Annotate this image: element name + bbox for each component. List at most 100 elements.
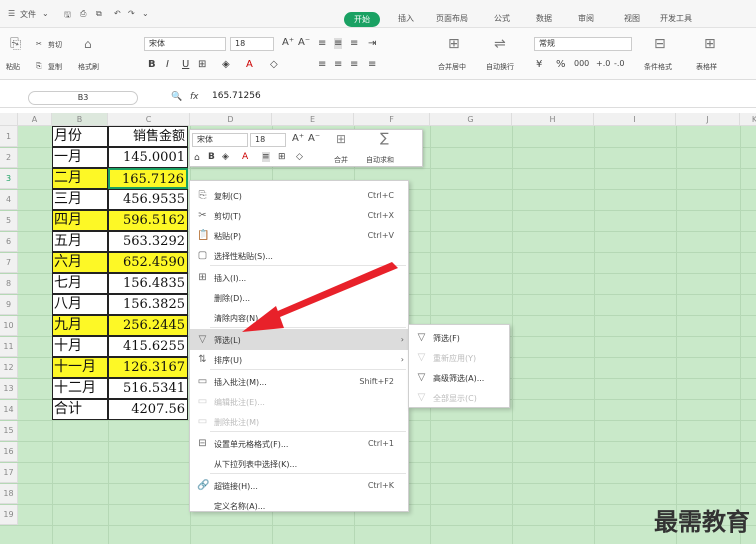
mini-autosum-button[interactable]: 自动求和 (366, 155, 394, 165)
column-header-K[interactable]: K (740, 113, 756, 126)
format-painter-button[interactable]: 格式刷 (78, 62, 99, 72)
name-box[interactable]: B3 (28, 91, 138, 105)
menu-item[interactable]: 从下拉列表中选择(K)... (190, 453, 408, 474)
cell-month[interactable]: 五月 (52, 231, 108, 252)
tab-page-layout[interactable]: 页面布局 (436, 13, 468, 24)
cell-sales[interactable]: 126.3167 (108, 357, 188, 378)
row-header-9[interactable]: 9 (0, 294, 18, 315)
merge-center-button[interactable]: 合并居中 (438, 62, 466, 72)
menu-item[interactable]: 定义名称(A)... (190, 495, 408, 516)
submenu-item[interactable]: ▽ 筛选(F) (409, 327, 509, 348)
mini-merge-button[interactable]: 合并 (334, 155, 348, 165)
paste-icon[interactable]: ⎘ (10, 36, 21, 52)
wrap-text-icon[interactable]: ⇌ (494, 36, 506, 52)
align-bottom-icon[interactable]: ≡ (350, 38, 358, 49)
row-header-3[interactable]: 3 (0, 168, 18, 189)
column-header-J[interactable]: J (676, 113, 740, 126)
cell-month[interactable]: 合计 (52, 399, 108, 420)
row-header-10[interactable]: 10 (0, 315, 18, 336)
fx-icon[interactable]: fx (190, 92, 199, 102)
decrease-font-icon[interactable]: A⁻ (308, 133, 320, 144)
sum-icon[interactable]: ∑ (380, 131, 389, 146)
merge-icon[interactable]: ⊞ (448, 36, 460, 52)
row-header-14[interactable]: 14 (0, 399, 18, 420)
cell-sales[interactable]: 4207.56 (108, 399, 188, 420)
format-painter-icon[interactable]: ⌂ (194, 153, 200, 163)
row-header-12[interactable]: 12 (0, 357, 18, 378)
border-icon[interactable]: ⊞ (198, 59, 206, 70)
wrap-text-button[interactable]: 自动换行 (486, 62, 514, 72)
tab-insert[interactable]: 插入 (398, 13, 414, 24)
number-format-select[interactable]: 常规 (534, 37, 632, 51)
cell-month[interactable]: 十二月 (52, 378, 108, 399)
menu-item[interactable]: 🔗 超链接(H)... Ctrl+K (190, 475, 408, 496)
row-header-5[interactable]: 5 (0, 210, 18, 231)
percent-icon[interactable]: % (556, 59, 566, 70)
decrease-decimal-icon[interactable]: -.0 (614, 59, 625, 68)
tab-review[interactable]: 审阅 (578, 13, 594, 24)
cell-month[interactable]: 二月 (52, 168, 108, 189)
align-left-icon[interactable]: ≡ (318, 59, 326, 70)
border-icon[interactable]: ⊞ (278, 152, 286, 162)
cut-button[interactable]: 剪切 (48, 40, 62, 50)
fill-color-icon[interactable]: ◈ (222, 152, 229, 162)
align-right-icon[interactable]: ≡ (350, 59, 358, 70)
copy-button[interactable]: 复制 (48, 62, 62, 72)
merge-icon[interactable]: ⊞ (336, 132, 346, 146)
decrease-font-icon[interactable]: A⁻ (298, 37, 310, 48)
tab-home[interactable]: 开始 (344, 12, 380, 27)
fill-color-icon[interactable]: ◈ (222, 59, 230, 70)
cell-sales[interactable]: 145.0001 (108, 147, 188, 168)
zoom-icon[interactable]: 🔍 (171, 92, 182, 102)
cell-sales[interactable]: 596.5162 (108, 210, 188, 231)
cell-month[interactable]: 十一月 (52, 357, 108, 378)
conditional-format-icon[interactable]: ⊟ (654, 36, 666, 52)
submenu-item[interactable]: ▽ 高级筛选(A)... (409, 367, 509, 388)
column-header-D[interactable]: D (190, 113, 272, 126)
mini-size-select[interactable]: 18 (250, 133, 286, 147)
cell-sales[interactable]: 156.3825 (108, 294, 188, 315)
font-name-select[interactable]: 宋体 (144, 37, 226, 51)
column-header-H[interactable]: H (512, 113, 594, 126)
cell-month[interactable]: 三月 (52, 189, 108, 210)
italic-icon[interactable]: I (166, 59, 169, 70)
tab-formulas[interactable]: 公式 (494, 13, 510, 24)
hamburger-icon[interactable]: ☰ (8, 9, 15, 18)
format-painter-icon[interactable]: ⌂ (84, 37, 92, 51)
cell-sales[interactable]: 156.4835 (108, 273, 188, 294)
row-header-8[interactable]: 8 (0, 273, 18, 294)
row-header-11[interactable]: 11 (0, 336, 18, 357)
cell-month[interactable]: 十月 (52, 336, 108, 357)
cell-sales[interactable]: 456.9535 (108, 189, 188, 210)
cell-sales[interactable]: 652.4590 (108, 252, 188, 273)
cell-month[interactable]: 月份 (52, 126, 108, 147)
save-icon[interactable]: 🖫 (64, 9, 71, 23)
align-center-icon[interactable]: ≡ (334, 59, 342, 70)
menu-item[interactable]: ▭ 插入批注(M)... Shift+F2 (190, 371, 408, 392)
thousands-icon[interactable]: 000 (574, 59, 589, 68)
scissors-icon[interactable]: ✂ (36, 40, 42, 48)
cell-month[interactable]: 九月 (52, 315, 108, 336)
tab-developer[interactable]: 开发工具 (660, 13, 692, 24)
menu-item[interactable]: ⎘ 复制(C) Ctrl+C (190, 185, 408, 206)
column-header-G[interactable]: G (430, 113, 512, 126)
font-color-icon[interactable]: A (246, 59, 253, 70)
cell-sales[interactable]: 516.5341 (108, 378, 188, 399)
row-header-15[interactable]: 15 (0, 420, 18, 441)
underline-icon[interactable]: U (182, 59, 189, 70)
cell-month[interactable]: 四月 (52, 210, 108, 231)
print-icon[interactable]: ⎙ (80, 9, 86, 19)
align-middle-icon[interactable]: ≡ (334, 38, 343, 49)
cell-month[interactable]: 七月 (52, 273, 108, 294)
indent-icon[interactable]: ⇥ (368, 38, 376, 49)
menu-item[interactable]: ⊟ 设置单元格格式(F)... Ctrl+1 (190, 433, 408, 454)
align-top-icon[interactable]: ≡ (318, 38, 326, 49)
cell-sales[interactable]: 415.6255 (108, 336, 188, 357)
increase-font-icon[interactable]: A⁺ (292, 133, 304, 144)
copy-icon[interactable]: ⎘ (36, 62, 42, 71)
cell-month[interactable]: 八月 (52, 294, 108, 315)
menu-item[interactable]: ✂ 剪切(T) Ctrl+X (190, 205, 408, 226)
redo-icon[interactable]: ↷ (128, 9, 135, 18)
conditional-format-button[interactable]: 条件格式 (644, 62, 672, 72)
paste-button[interactable]: 粘贴 (6, 62, 20, 72)
